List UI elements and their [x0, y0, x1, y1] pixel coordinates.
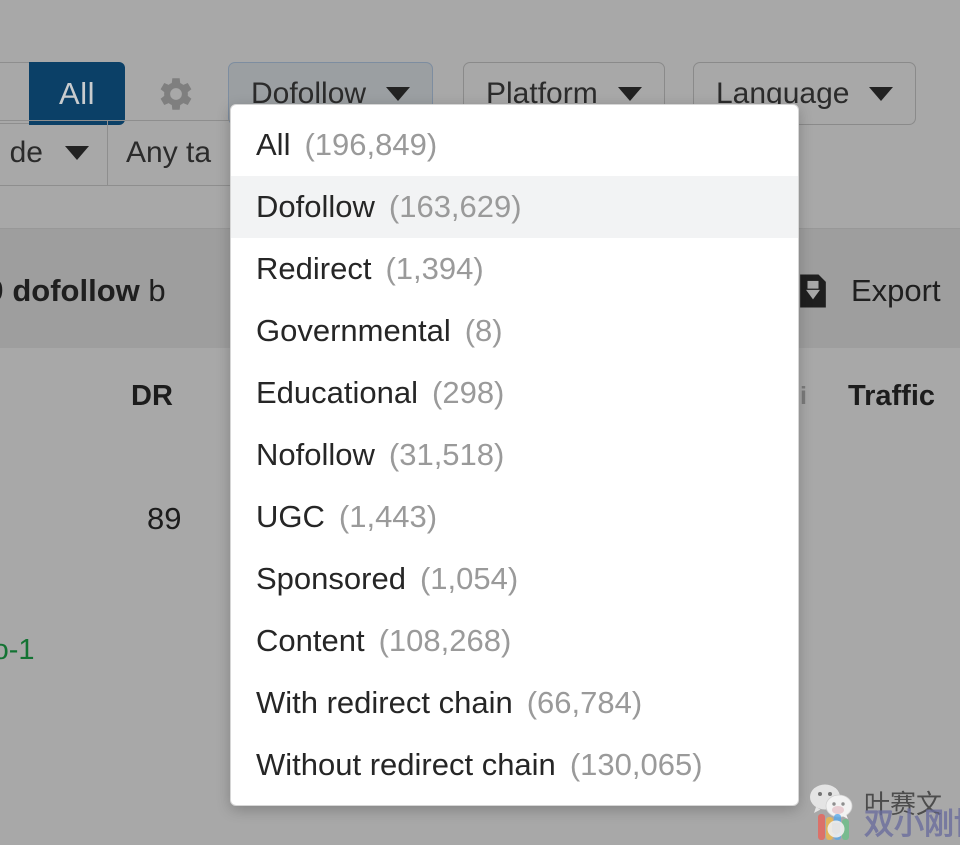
column-header-dr[interactable]: DR	[131, 380, 173, 413]
menu-item-nofollow[interactable]: Nofollow (31,518)	[231, 424, 798, 486]
menu-item-label: With redirect chain	[256, 685, 513, 720]
export-button[interactable]: Export	[791, 269, 941, 313]
menu-item-label: Educational	[256, 375, 419, 410]
screenshot-root: All Dofollow Platform Language de Any ta…	[0, 0, 960, 845]
menu-item-count: (66,784)	[526, 685, 643, 720]
all-button[interactable]: All	[29, 62, 125, 125]
menu-item-count: (196,849)	[304, 127, 438, 162]
menu-item-count: (1,054)	[419, 561, 519, 596]
menu-item-educational[interactable]: Educational (298)	[231, 362, 798, 424]
menu-item-with-redirect-chain[interactable]: With redirect chain (66,784)	[231, 672, 798, 734]
chevron-down-icon	[65, 146, 89, 160]
menu-item-dofollow[interactable]: Dofollow (163,629)	[231, 176, 798, 238]
chevron-down-icon	[386, 86, 411, 101]
menu-item-count: (8)	[464, 313, 503, 348]
chevron-down-icon	[617, 86, 642, 101]
mode-select[interactable]: de	[0, 120, 108, 186]
menu-item-label: Nofollow	[256, 437, 375, 472]
menu-item-label: All	[256, 127, 291, 162]
menu-item-label: Without redirect chain	[256, 747, 556, 782]
menu-item-count: (31,518)	[388, 437, 505, 472]
menu-item-redirect[interactable]: Redirect (1,394)	[231, 238, 798, 300]
results-count-suffix: b	[139, 273, 166, 308]
gear-icon[interactable]	[152, 70, 200, 118]
dofollow-filter-menu[interactable]: All (196,849) Dofollow (163,629) Redirect (…	[230, 104, 799, 806]
menu-item-governmental[interactable]: Governmental (8)	[231, 300, 798, 362]
chevron-down-icon	[869, 86, 894, 101]
menu-item-sponsored[interactable]: Sponsored (1,054)	[231, 548, 798, 610]
blog-watermark: 双小刚博客 shuangxiaogang.com	[816, 807, 960, 845]
menu-item-without-redirect-chain[interactable]: Without redirect chain (130,065)	[231, 734, 798, 796]
all-button-label: All	[59, 75, 95, 111]
menu-item-ugc[interactable]: UGC (1,443)	[231, 486, 798, 548]
menu-item-content[interactable]: Content (108,268)	[231, 610, 798, 672]
target-select-label: Any ta	[126, 136, 212, 169]
results-count-text: 629 dofollow b	[0, 273, 166, 309]
menu-item-label: Sponsored	[256, 561, 406, 596]
menu-item-all[interactable]: All (196,849)	[231, 114, 798, 176]
mode-select-label: de	[9, 136, 43, 169]
results-count-bold: dofollow	[12, 273, 140, 308]
menu-item-count: (298)	[432, 375, 505, 410]
results-count-prefix: 629	[0, 273, 12, 308]
blog-watermark-name: 双小刚博客	[864, 807, 960, 842]
menu-item-label: UGC	[256, 499, 325, 534]
cell-dr: 89	[147, 501, 182, 536]
menu-item-label: Content	[256, 623, 365, 658]
export-label: Export	[851, 273, 941, 308]
menu-item-label: Dofollow	[256, 189, 375, 224]
menu-item-count: (1,394)	[385, 251, 484, 286]
menu-item-count: (1,443)	[338, 499, 438, 534]
filter-toolbar: All Dofollow Platform Language	[0, 28, 960, 125]
menu-item-count: (130,065)	[569, 747, 703, 782]
info-icon[interactable]: i	[800, 382, 807, 411]
menu-item-count: (108,268)	[378, 623, 512, 658]
column-header-traffic[interactable]: Traffic	[848, 380, 935, 413]
menu-item-label: Governmental	[256, 313, 451, 348]
menu-item-label: Redirect	[256, 251, 372, 286]
cell-source-link[interactable]: seo-1	[0, 634, 35, 667]
blog-logo-icon	[818, 814, 849, 840]
menu-item-count: (163,629)	[388, 189, 522, 224]
